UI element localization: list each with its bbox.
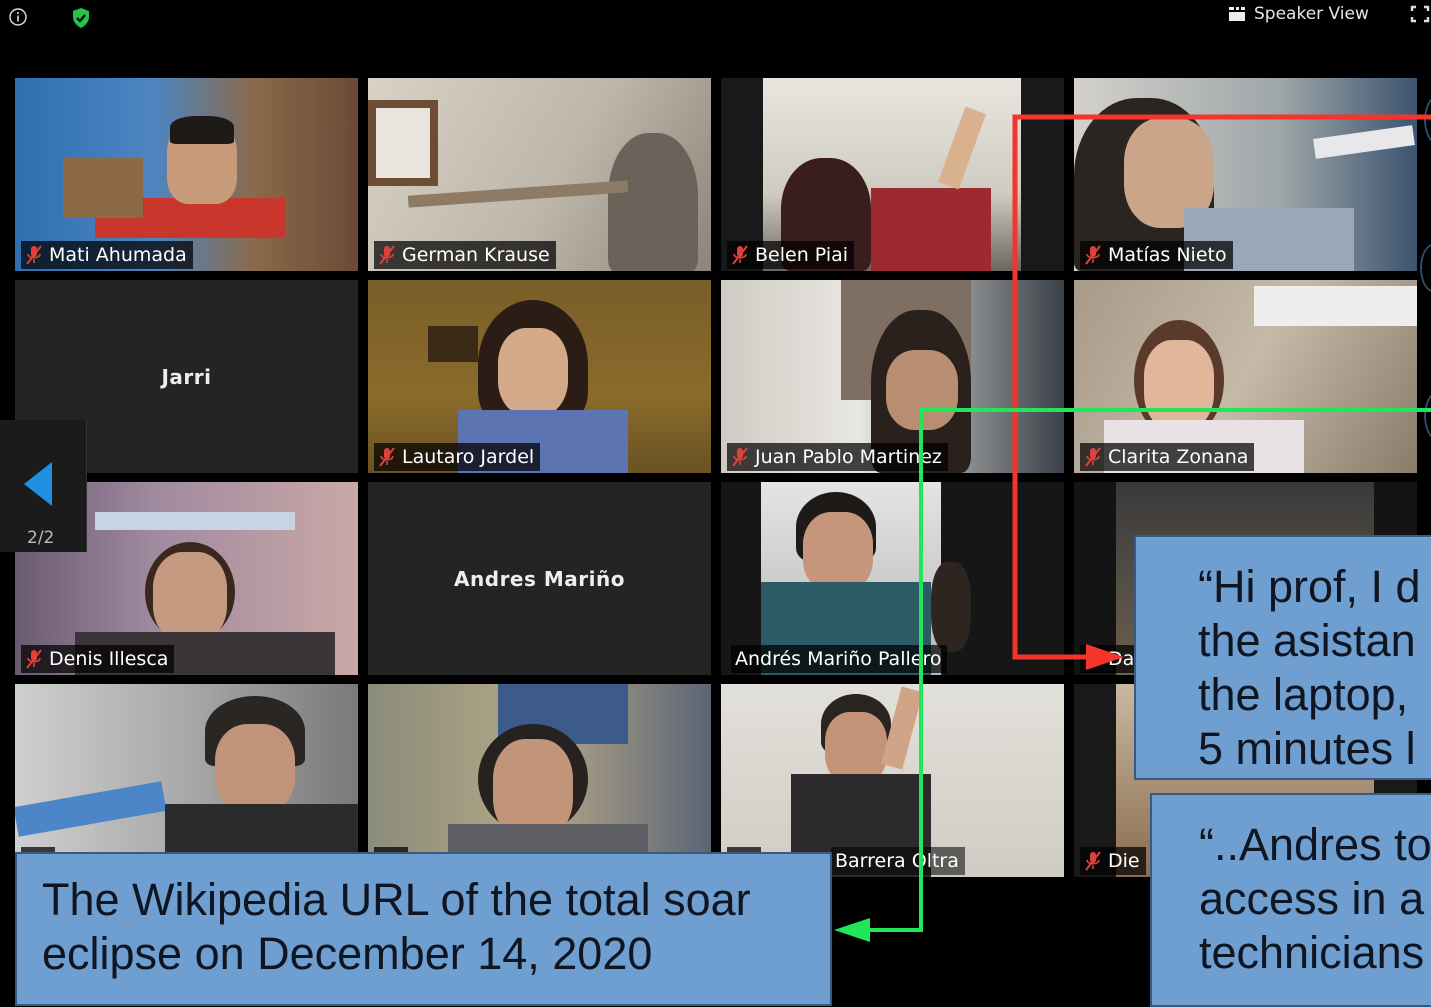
wikipedia-annotation: The Wikipedia URL of the total soar ecli… [15,852,832,1006]
prof-quote-annotation: “Hi prof, I d the asistan the laptop, 5 … [1134,535,1431,780]
red-arrow-head [1086,644,1124,670]
green-arrow-head [834,918,870,942]
andres-quote-annotation: “..Andres to access in a technicians [1150,793,1431,1007]
